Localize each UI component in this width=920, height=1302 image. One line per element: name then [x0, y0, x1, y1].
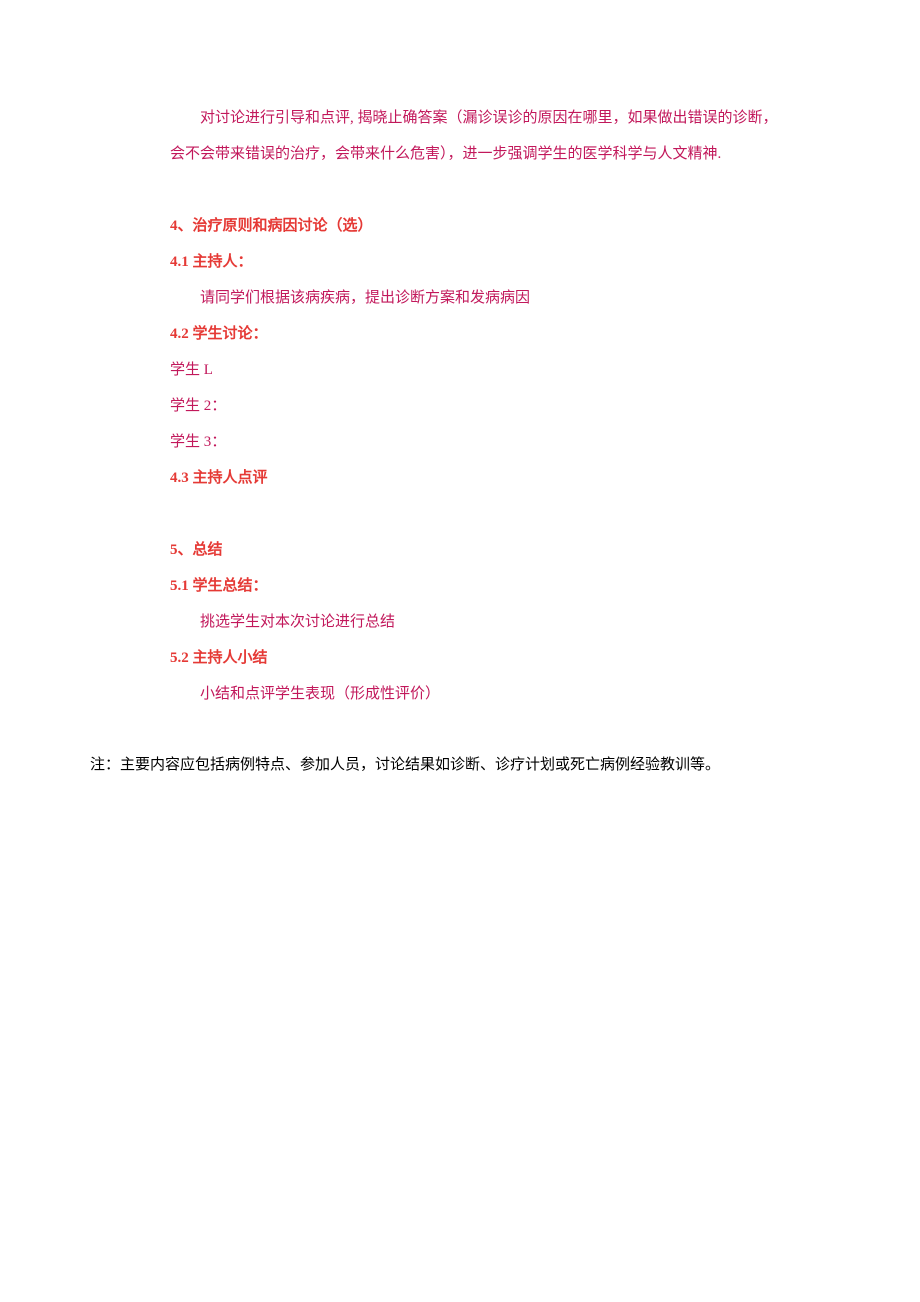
spacer [170, 172, 830, 208]
student-3: 学生 3： [170, 424, 830, 460]
student-1: 学生 L [170, 352, 830, 388]
section5-2-body: 小结和点评学生表现（形成性评价） [170, 676, 830, 712]
section4-heading: 4、治疗原则和病因讨论（选） [170, 208, 830, 244]
document-page: 对讨论进行引导和点评, 揭晓止确答案（漏诊误诊的原因在哪里，如果做出错误的诊断，… [0, 0, 920, 1302]
spacer [170, 496, 830, 532]
section3-intro-line2: 会不会带来错误的治疗，会带来什么危害），进一步强调学生的医学科学与人文精神. [170, 136, 830, 172]
section4-1-heading: 4.1 主持人： [170, 244, 830, 280]
section4-1-body: 请同学们根据该病疾病，提出诊断方案和发病病因 [170, 280, 830, 316]
section3-intro-line1: 对讨论进行引导和点评, 揭晓止确答案（漏诊误诊的原因在哪里，如果做出错误的诊断， [170, 100, 830, 136]
section5-heading: 5、总结 [170, 532, 830, 568]
section5-1-body: 挑选学生对本次讨论进行总结 [170, 604, 830, 640]
section4-2-heading: 4.2 学生讨论： [170, 316, 830, 352]
student-2: 学生 2： [170, 388, 830, 424]
content-block: 对讨论进行引导和点评, 揭晓止确答案（漏诊误诊的原因在哪里，如果做出错误的诊断，… [90, 100, 830, 712]
section5-2-heading: 5.2 主持人小结 [170, 640, 830, 676]
footer-note: 注：主要内容应包括病例特点、参加人员，讨论结果如诊断、诊疗计划或死亡病例经验教训… [90, 747, 830, 783]
section4-3-heading: 4.3 主持人点评 [170, 460, 830, 496]
section5-1-heading: 5.1 学生总结： [170, 568, 830, 604]
